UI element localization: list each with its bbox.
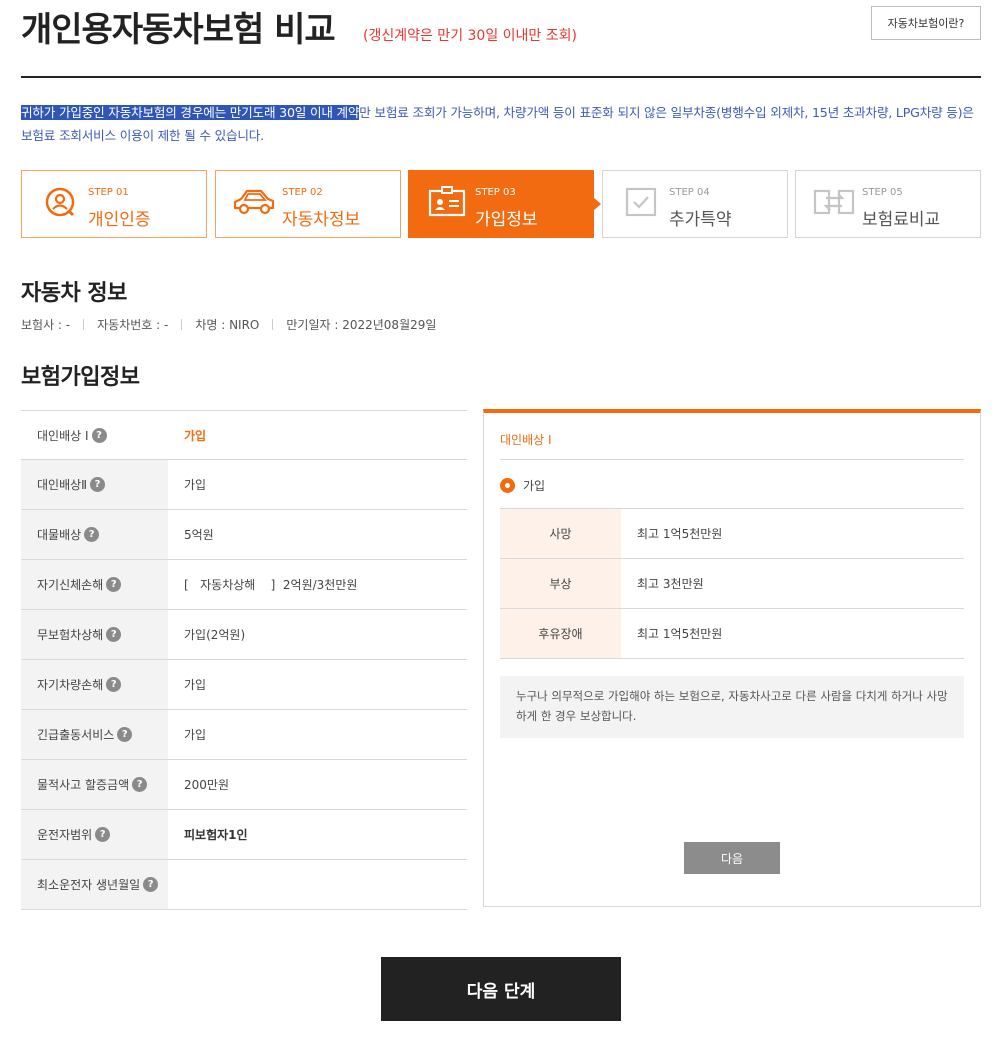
radio-selected-icon[interactable] [500, 478, 515, 493]
coverage-label: 무보험차상해? [21, 610, 168, 659]
coverage-limit-row: 후유장애 최고 1억5천만원 [500, 609, 964, 659]
car-icon [230, 183, 278, 221]
coverage-limit-label: 사망 [500, 509, 621, 558]
coverage-value: 5억원 [184, 528, 214, 542]
step-1: STEP 01 개인인증 [21, 170, 207, 238]
step-1-label: 개인인증 [88, 210, 151, 230]
step-4-number: STEP 04 [669, 187, 710, 198]
step-progress: STEP 01 개인인증 STEP 02 자동차정보 STEP 03 가입정보 … [21, 170, 981, 238]
coverage-detail-panel: 대인배상 I 가입 사망 최고 1억5천만원 부상 최고 3천만원 후유장애 최… [483, 409, 981, 907]
checkbox-icon [617, 183, 665, 221]
step-4: STEP 04 추가특약 [602, 170, 788, 238]
step-4-label: 추가특약 [669, 210, 732, 230]
car-number-text: 자동차번호 : - [97, 318, 169, 332]
step-5-number: STEP 05 [862, 187, 903, 198]
help-icon[interactable]: ? [143, 877, 159, 892]
help-icon[interactable]: ? [132, 777, 148, 792]
coverage-value: 가입 [184, 678, 207, 692]
notice-highlight: 귀하가 가입중인 자동차보험의 경우에는 만기도래 30일 이내 계약 [21, 105, 360, 120]
coverage-row-own-vehicle[interactable]: 자기차량손해? 가입 [21, 660, 467, 710]
coverage-label: 최소운전자 생년월일? [21, 860, 168, 909]
compare-icon [810, 183, 858, 221]
coverage-label: 대인배상 I? [21, 411, 168, 459]
divider [83, 319, 85, 330]
coverage-label: 자기신체손해? [21, 560, 168, 609]
coverage-label: 자기차량손해? [21, 660, 168, 709]
expiry-date-text: 만기일자 : 2022년08월29일 [286, 318, 437, 332]
coverage-limit-label: 후유장애 [500, 609, 621, 658]
coverage-row-min-driver-birth[interactable]: 최소운전자 생년월일? [21, 860, 467, 910]
next-step-button[interactable]: 다음 단계 [381, 957, 621, 1021]
coverage-limit-row: 부상 최고 3천만원 [500, 559, 964, 609]
coverage-label: 긴급출동서비스? [21, 710, 168, 759]
car-info-line: 보험사 : - 자동차번호 : - 차명 : NIRO 만기일자 : 2022년… [21, 316, 436, 333]
coverage-value: 가입 [184, 728, 207, 742]
coverage-row-property[interactable]: 대물배상? 5억원 [21, 510, 467, 560]
auto-insurance-info-button[interactable]: 자동차보험이란? [871, 6, 981, 40]
coverage-value: 가입(2억원) [184, 628, 246, 642]
step-3-number: STEP 03 [475, 187, 516, 198]
help-icon[interactable]: ? [106, 677, 122, 692]
page-title: 개인용자동차보험 비교 [21, 10, 336, 50]
step-5-label: 보험료비교 [862, 210, 941, 230]
user-search-icon [36, 183, 84, 221]
coverage-row-driver-range[interactable]: 운전자범위? 피보험자1인 [21, 810, 467, 860]
insurer-text: 보험사 : - [21, 318, 71, 332]
join-option[interactable]: 가입 [500, 477, 545, 494]
step-2: STEP 02 자동차정보 [215, 170, 401, 238]
detail-title: 대인배상 I [500, 433, 552, 447]
notice-text: 귀하가 가입중인 자동차보험의 경우에는 만기도래 30일 이내 계약만 보험료… [21, 101, 983, 147]
step-1-number: STEP 01 [88, 187, 129, 198]
coverage-label: 대물배상? [21, 510, 168, 559]
coverage-limit-value: 최고 1억5천만원 [637, 527, 723, 541]
coverage-description: 누구나 의무적으로 가입해야 하는 보험으로, 자동차사고로 다른 사람을 다치… [500, 676, 964, 738]
divider [181, 319, 183, 330]
coverage-row-surcharge[interactable]: 물적사고 할증금액? 200만원 [21, 760, 467, 810]
coverage-value: [ 자동차상해 ] 2억원/3천만원 [184, 578, 358, 592]
car-info-title: 자동차 정보 [21, 281, 127, 306]
active-step-arrow [593, 197, 601, 211]
coverage-label: 운전자범위? [21, 810, 168, 859]
car-name-text: 차명 : NIRO [195, 318, 260, 332]
coverage-row-uninsured[interactable]: 무보험차상해? 가입(2억원) [21, 610, 467, 660]
coverage-label: 대인배상Ⅱ? [21, 460, 168, 509]
coverage-row-bodily-1[interactable]: 대인배상 I? 가입 [21, 410, 467, 460]
step-2-label: 자동차정보 [282, 210, 361, 230]
coverage-value: 가입 [184, 478, 207, 492]
step-3-label: 가입정보 [475, 210, 538, 230]
insurance-info-title: 보험가입정보 [21, 365, 140, 390]
step-5: STEP 05 보험료비교 [795, 170, 981, 238]
coverage-limit-label: 부상 [500, 559, 621, 608]
coverage-value: 피보험자1인 [184, 828, 248, 842]
step-3: STEP 03 가입정보 [408, 170, 601, 238]
step-2-number: STEP 02 [282, 187, 323, 198]
detail-next-button[interactable]: 다음 [684, 842, 780, 874]
help-icon[interactable]: ? [106, 627, 122, 642]
coverage-list: 대인배상 I? 가입 대인배상Ⅱ? 가입 대물배상? 5억원 자기신체손해? [… [21, 410, 467, 910]
divider [272, 319, 274, 330]
divider [500, 459, 964, 460]
help-icon[interactable]: ? [106, 577, 122, 592]
id-card-icon [423, 183, 471, 221]
help-icon[interactable]: ? [117, 727, 133, 742]
coverage-value: 200만원 [184, 778, 229, 792]
coverage-label: 물적사고 할증금액? [21, 760, 168, 809]
join-option-label: 가입 [523, 479, 546, 493]
page-subtitle: (갱신계약은 만기 30일 이내만 조회) [363, 28, 577, 44]
coverage-row-bodily-2[interactable]: 대인배상Ⅱ? 가입 [21, 460, 467, 510]
coverage-row-emergency[interactable]: 긴급출동서비스? 가입 [21, 710, 467, 760]
coverage-row-self-injury[interactable]: 자기신체손해? [ 자동차상해 ] 2억원/3천만원 [21, 560, 467, 610]
coverage-limit-row: 사망 최고 1억5천만원 [500, 509, 964, 559]
page-header: 개인용자동차보험 비교 (갱신계약은 만기 30일 이내만 조회) 자동차보험이… [21, 0, 981, 78]
help-icon[interactable]: ? [90, 477, 106, 492]
coverage-limit-value: 최고 1억5천만원 [637, 627, 723, 641]
coverage-value: 가입 [184, 428, 207, 443]
coverage-value [168, 860, 467, 909]
help-icon[interactable]: ? [84, 527, 100, 542]
help-icon[interactable]: ? [91, 427, 107, 443]
coverage-limit-value: 최고 3천만원 [637, 577, 704, 591]
help-icon[interactable]: ? [95, 827, 111, 842]
